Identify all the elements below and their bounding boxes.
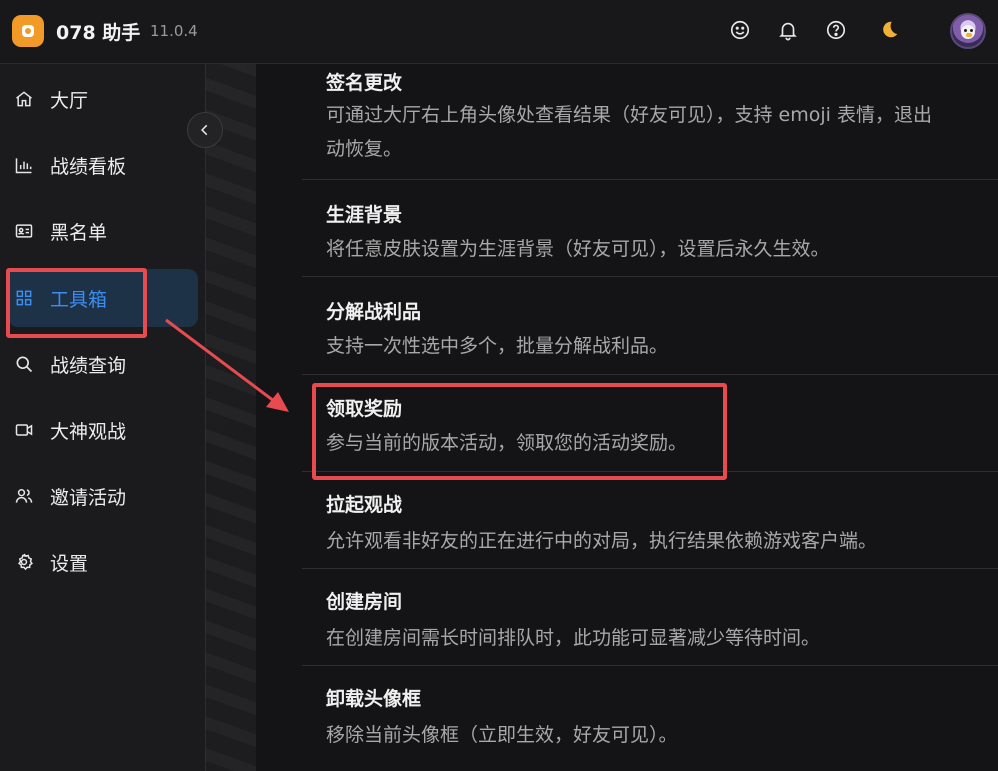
tool-desc: 参与当前的版本活动，领取您的活动奖励。 — [326, 432, 688, 454]
tool-item-claim-rewards[interactable]: 领取奖励 参与当前的版本活动，领取您的活动奖励。 — [302, 375, 998, 472]
sidebar-item-label: 大神观战 — [50, 420, 127, 443]
sidebar-collapse-button[interactable] — [187, 112, 223, 148]
tool-desc: 允许观看非好友的正在进行中的对局，执行结果依赖游戏客户端。 — [326, 530, 878, 552]
tool-item-signature[interactable]: 签名更改 可通过大厅右上角头像处查看结果（好友可见），支持 emoji 表情，退… — [302, 64, 998, 180]
sidebar-item-label: 大厅 — [50, 89, 89, 112]
app-version: 11.0.4 — [150, 22, 198, 40]
sidebar-item-label: 工具箱 — [50, 288, 108, 311]
tool-title: 创建房间 — [326, 591, 403, 613]
search-icon — [13, 353, 35, 375]
sidebar-item-label: 黑名单 — [50, 221, 108, 244]
video-icon — [13, 419, 35, 441]
sidebar-item-stats-board[interactable]: 战绩看板 — [8, 136, 198, 194]
gear-icon — [13, 551, 35, 573]
tool-item-launch-spectate[interactable]: 拉起观战 允许观看非好友的正在进行中的对局，执行结果依赖游戏客户端。 — [302, 472, 998, 569]
tool-item-disenchant-loot[interactable]: 分解战利品 支持一次性选中多个，批量分解战利品。 — [302, 277, 998, 375]
tool-desc: 在创建房间需长时间排队时，此功能可显著减少等待时间。 — [326, 627, 821, 649]
help-icon[interactable] — [823, 17, 849, 43]
chevron-left-icon — [201, 124, 208, 136]
app-title: 078 助手 — [56, 22, 141, 44]
sidebar-item-label: 设置 — [50, 552, 89, 575]
sidebar-item-label: 战绩查询 — [50, 354, 127, 377]
sidebar-item-blacklist[interactable]: 黑名单 — [8, 202, 198, 260]
tool-title: 领取奖励 — [326, 398, 403, 420]
sidebar-item-label: 战绩看板 — [50, 155, 127, 178]
sidebar-item-spectate[interactable]: 大神观战 — [8, 401, 198, 459]
sidebar-item-stats-search[interactable]: 战绩查询 — [8, 335, 198, 393]
moon-icon[interactable] — [876, 17, 902, 43]
grid-icon — [13, 287, 35, 309]
sidebar-item-label: 邀请活动 — [50, 486, 127, 509]
tool-desc: 支持一次性选中多个，批量分解战利品。 — [326, 335, 669, 357]
toolbox-panel: 签名更改 可通过大厅右上角头像处查看结果（好友可见），支持 emoji 表情，退… — [256, 64, 998, 771]
sidebar-item-toolbox[interactable]: 工具箱 — [8, 269, 198, 327]
sidebar-item-hall[interactable]: 大厅 — [8, 70, 198, 128]
app-logo-icon — [22, 25, 34, 37]
tool-title: 拉起观战 — [326, 494, 403, 516]
sidebar-item-invite[interactable]: 邀请活动 — [8, 467, 198, 525]
tool-desc: 动恢复。 — [326, 138, 403, 160]
app-logo — [12, 15, 44, 47]
tool-title: 分解战利品 — [326, 301, 422, 323]
tool-desc: 将任意皮肤设置为生涯背景（好友可见），设置后永久生效。 — [326, 238, 830, 260]
tool-title: 生涯背景 — [326, 204, 403, 226]
sidebar: 大厅 战绩看板 黑名单 工具箱 战绩查询 大神观战 邀请活动 设置 — [0, 64, 206, 771]
tool-title: 卸载头像框 — [326, 688, 422, 710]
tool-desc: 移除当前头像框（立即生效，好友可见）。 — [326, 724, 678, 746]
tool-title: 签名更改 — [326, 72, 403, 94]
avatar[interactable] — [950, 13, 986, 49]
id-card-icon — [13, 220, 35, 242]
users-icon — [13, 485, 35, 507]
sidebar-item-settings[interactable]: 设置 — [8, 533, 198, 591]
bell-icon[interactable] — [775, 17, 801, 43]
tool-desc: 可通过大厅右上角头像处查看结果（好友可见），支持 emoji 表情，退出 — [326, 104, 932, 126]
smile-icon[interactable] — [727, 17, 753, 43]
home-icon — [13, 88, 35, 110]
tool-item-remove-frame[interactable]: 卸载头像框 移除当前头像框（立即生效，好友可见）。 — [302, 666, 998, 771]
app-header: 078 助手 11.0.4 — [0, 0, 998, 64]
tool-item-career-background[interactable]: 生涯背景 将任意皮肤设置为生涯背景（好友可见），设置后永久生效。 — [302, 180, 998, 277]
tool-item-create-room[interactable]: 创建房间 在创建房间需长时间排队时，此功能可显著减少等待时间。 — [302, 569, 998, 666]
bar-chart-icon — [13, 154, 35, 176]
